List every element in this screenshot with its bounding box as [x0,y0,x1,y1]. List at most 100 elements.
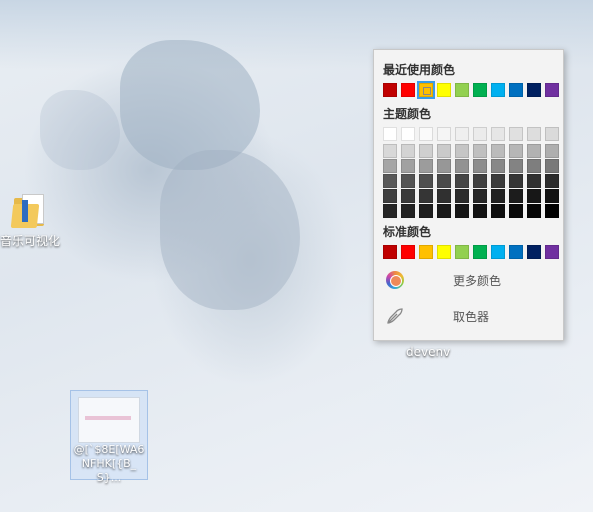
theme-color-swatch[interactable] [455,174,469,188]
theme-colors-row [383,189,559,203]
recent-color-swatch[interactable] [545,83,559,97]
standard-color-swatch[interactable] [401,245,415,259]
theme-color-swatch[interactable] [455,189,469,203]
theme-color-swatch[interactable] [473,174,487,188]
theme-color-swatch[interactable] [437,174,451,188]
theme-color-swatch[interactable] [419,204,433,218]
theme-color-swatch[interactable] [419,174,433,188]
theme-color-swatch[interactable] [401,189,415,203]
theme-color-swatch[interactable] [455,144,469,158]
theme-color-swatch[interactable] [491,204,505,218]
recent-color-swatch[interactable] [455,83,469,97]
desktop-icon-image-file[interactable]: @[`$8E[WA6NFHK[{B_S}... [70,390,148,484]
theme-color-swatch[interactable] [401,159,415,173]
standard-color-swatch[interactable] [455,245,469,259]
recent-colors-title: 最近使用颜色 [383,63,456,77]
theme-color-swatch[interactable] [545,204,559,218]
recent-color-swatch[interactable] [383,83,397,97]
desktop-icon-label: @[`$8E[WA6NFHK[{B_S}... [73,443,145,484]
theme-color-swatch[interactable] [419,159,433,173]
more-colors-button[interactable]: 更多颜色 [382,267,554,293]
theme-color-swatch[interactable] [491,189,505,203]
theme-color-swatch[interactable] [437,159,451,173]
theme-color-swatch[interactable] [473,159,487,173]
theme-color-swatch[interactable] [383,189,397,203]
folder-icon [10,192,48,228]
more-colors-label: 更多颜色 [453,273,502,288]
standard-color-swatch[interactable] [527,245,541,259]
theme-color-swatch[interactable] [491,127,505,141]
image-thumbnail-icon [78,397,140,443]
theme-color-swatch[interactable] [509,159,523,173]
standard-color-swatch[interactable] [473,245,487,259]
theme-color-swatch[interactable] [437,127,451,141]
theme-color-swatch[interactable] [509,189,523,203]
theme-color-swatch[interactable] [545,159,559,173]
theme-color-swatch[interactable] [545,144,559,158]
theme-color-swatch[interactable] [527,189,541,203]
theme-color-swatch[interactable] [383,174,397,188]
theme-color-swatch[interactable] [545,189,559,203]
theme-color-swatch[interactable] [401,204,415,218]
wallpaper-rock-3 [40,90,120,170]
color-wheel-icon [382,267,408,293]
theme-color-swatch[interactable] [545,127,559,141]
recent-color-swatch[interactable] [417,81,435,99]
theme-color-swatch[interactable] [527,127,541,141]
theme-color-swatch[interactable] [383,144,397,158]
standard-colors-title: 标准颜色 [383,225,432,239]
standard-color-swatch[interactable] [437,245,451,259]
recent-colors-row [383,81,559,99]
theme-color-swatch[interactable] [455,204,469,218]
eyedropper-label: 取色器 [453,309,490,324]
theme-color-swatch[interactable] [491,159,505,173]
theme-color-swatch[interactable] [401,144,415,158]
theme-color-swatch[interactable] [383,204,397,218]
theme-color-swatch[interactable] [383,159,397,173]
theme-color-swatch[interactable] [473,189,487,203]
desktop-icon-music-visualization[interactable]: 音乐可视化 [0,192,66,249]
theme-color-swatch[interactable] [419,127,433,141]
standard-color-swatch[interactable] [545,245,559,259]
theme-color-swatch[interactable] [419,144,433,158]
theme-color-swatch[interactable] [401,127,415,141]
recent-color-swatch[interactable] [401,83,415,97]
theme-color-swatch[interactable] [473,127,487,141]
standard-color-swatch[interactable] [419,245,433,259]
theme-color-swatch[interactable] [437,189,451,203]
theme-color-swatch[interactable] [545,174,559,188]
theme-color-swatch[interactable] [419,189,433,203]
eyedropper-icon [382,303,408,329]
theme-color-swatch[interactable] [437,144,451,158]
theme-color-swatch[interactable] [509,127,523,141]
theme-color-swatch[interactable] [455,127,469,141]
standard-color-swatch[interactable] [383,245,397,259]
theme-colors-row [383,127,559,141]
theme-color-swatch[interactable] [527,204,541,218]
theme-colors-row [383,144,559,158]
theme-colors-title: 主题颜色 [383,107,432,121]
theme-color-swatch[interactable] [527,159,541,173]
recent-color-swatch[interactable] [437,83,451,97]
standard-color-swatch[interactable] [491,245,505,259]
theme-color-swatch[interactable] [473,204,487,218]
theme-color-swatch[interactable] [527,144,541,158]
desktop-icon-devenv-label[interactable]: devenv [406,345,450,359]
recent-color-swatch[interactable] [509,83,523,97]
eyedropper-button[interactable]: 取色器 [382,303,554,329]
theme-color-swatch[interactable] [383,127,397,141]
theme-color-swatch[interactable] [527,174,541,188]
recent-color-swatch[interactable] [473,83,487,97]
theme-color-swatch[interactable] [509,174,523,188]
theme-color-swatch[interactable] [491,174,505,188]
theme-color-swatch[interactable] [473,144,487,158]
theme-color-swatch[interactable] [509,144,523,158]
theme-color-swatch[interactable] [509,204,523,218]
recent-color-swatch[interactable] [491,83,505,97]
theme-color-swatch[interactable] [401,174,415,188]
standard-color-swatch[interactable] [509,245,523,259]
theme-color-swatch[interactable] [437,204,451,218]
theme-color-swatch[interactable] [491,144,505,158]
theme-color-swatch[interactable] [455,159,469,173]
recent-color-swatch[interactable] [527,83,541,97]
